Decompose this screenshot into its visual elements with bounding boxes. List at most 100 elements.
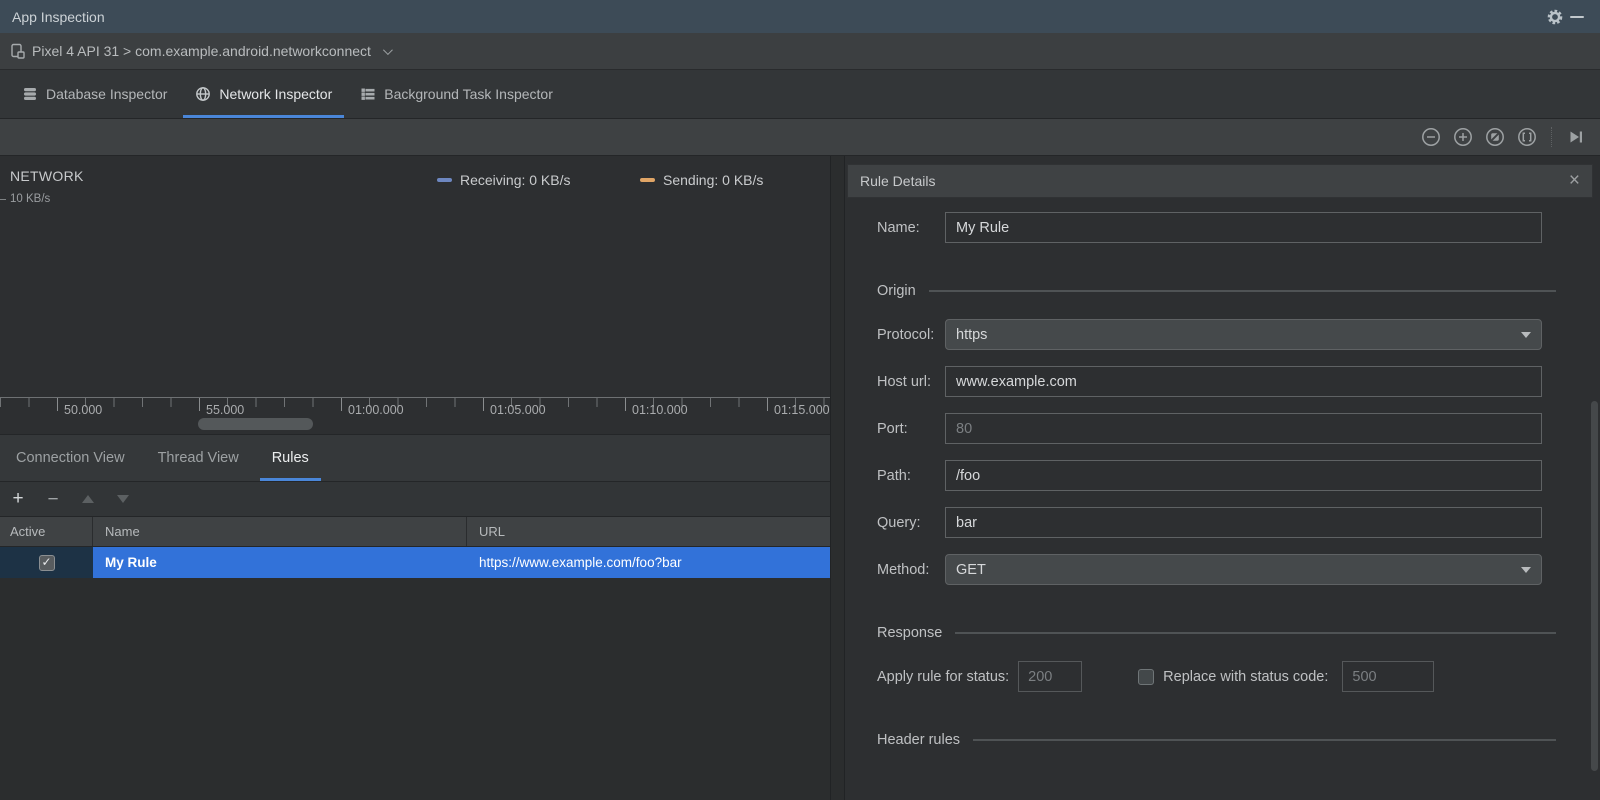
zoom-out-icon[interactable] xyxy=(1421,127,1441,147)
minimize-icon[interactable] xyxy=(1566,6,1588,28)
path-row: Path: xyxy=(877,460,1542,491)
rule-name-cell: My Rule xyxy=(93,547,467,578)
rules-table-empty-area xyxy=(0,578,830,800)
axis-major-tick xyxy=(341,398,342,411)
axis-major-tick xyxy=(199,398,200,411)
host-label: Host url: xyxy=(877,373,931,390)
skip-to-end-icon[interactable] xyxy=(1566,127,1586,147)
method-row: Method: GET xyxy=(877,554,1542,585)
tab-thread-view[interactable]: Thread View xyxy=(146,435,251,481)
zoom-to-selection-icon[interactable] xyxy=(1517,127,1537,147)
reset-zoom-icon[interactable] xyxy=(1485,127,1505,147)
receiving-swatch xyxy=(437,178,452,182)
zoom-in-icon[interactable] xyxy=(1453,127,1473,147)
titlebar: App Inspection xyxy=(0,0,1600,33)
legend-label: Receiving: 0 KB/s xyxy=(460,172,571,188)
network-chart[interactable]: NETWORK 10 KB/s Receiving: 0 KB/s Sendin… xyxy=(0,156,830,397)
table-row[interactable]: ✓ My Rule https://www.example.com/foo?ba… xyxy=(0,547,830,578)
device-process-selector[interactable]: Pixel 4 API 31 > com.example.android.net… xyxy=(0,33,1600,70)
header-rules-title: Header rules xyxy=(877,732,961,748)
network-panel: NETWORK 10 KB/s Receiving: 0 KB/s Sendin… xyxy=(0,156,830,800)
panel-splitter[interactable] xyxy=(830,156,845,800)
tab-label: Rules xyxy=(271,450,309,466)
chevron-down-icon xyxy=(382,44,393,55)
apply-status-label: Apply rule for status: xyxy=(877,668,1010,685)
name-input[interactable] xyxy=(945,212,1542,243)
rules-table-header: Active Name URL xyxy=(0,516,830,547)
protocol-dropdown[interactable]: https xyxy=(945,319,1542,350)
arrow-up-icon xyxy=(82,495,94,503)
rule-details-header: Rule Details × xyxy=(847,164,1593,198)
chart-title: NETWORK xyxy=(10,168,84,184)
column-header-name[interactable]: Name xyxy=(93,517,467,546)
toolbar-separator xyxy=(1551,127,1552,147)
host-input[interactable] xyxy=(945,366,1542,397)
replace-status-checkbox[interactable] xyxy=(1138,668,1155,685)
y-axis-max-label: 10 KB/s xyxy=(10,193,51,205)
axis-major-tick xyxy=(57,398,58,411)
tab-database-inspector[interactable]: Database Inspector xyxy=(10,70,179,118)
tab-label: Network Inspector xyxy=(219,86,333,102)
app-inspection-window: App Inspection Pixel 4 API 31 > com.exam… xyxy=(0,0,1600,800)
axis-major-tick xyxy=(483,398,484,411)
legend-receiving: Receiving: 0 KB/s xyxy=(437,172,571,188)
remove-rule-button[interactable]: − xyxy=(45,490,61,509)
port-label: Port: xyxy=(877,420,908,437)
close-icon[interactable]: × xyxy=(1569,171,1580,190)
protocol-label: Protocol: xyxy=(877,326,935,343)
name-label: Name: xyxy=(877,219,920,236)
query-input[interactable] xyxy=(945,507,1542,538)
rule-active-checkbox[interactable]: ✓ xyxy=(38,554,55,571)
axis-tick-label: 50.000 xyxy=(64,403,103,417)
section-divider xyxy=(928,290,1556,292)
protocol-row: Protocol: https xyxy=(877,319,1542,350)
timeline-scrollbar[interactable] xyxy=(198,418,313,430)
tab-background-task-inspector[interactable]: Background Task Inspector xyxy=(348,70,565,118)
inspector-tab-bar: Database Inspector Network Inspector Bac… xyxy=(0,70,1600,119)
tab-rules[interactable]: Rules xyxy=(259,435,321,481)
add-rule-button[interactable]: + xyxy=(10,489,26,508)
arrow-down-icon xyxy=(117,495,129,503)
rule-details-panel: Rule Details × Name: Origin Protocol: ht… xyxy=(845,156,1600,800)
port-row: Port: xyxy=(877,413,1542,444)
move-up-button[interactable] xyxy=(80,491,96,507)
apply-status-input[interactable] xyxy=(1018,661,1083,692)
globe-icon xyxy=(195,86,211,102)
method-value: GET xyxy=(956,561,986,578)
port-input[interactable] xyxy=(945,413,1542,444)
section-divider xyxy=(955,632,1556,634)
time-axis: 50.000 55.000 01:00.000 01:05.000 01:10.000 0… xyxy=(0,397,830,434)
tab-network-inspector[interactable]: Network Inspector xyxy=(183,70,345,118)
response-section-header: Response xyxy=(877,625,1556,641)
tab-connection-view[interactable]: Connection View xyxy=(4,435,137,481)
column-header-url[interactable]: URL xyxy=(467,517,830,546)
host-row: Host url: xyxy=(877,366,1542,397)
method-dropdown[interactable]: GET xyxy=(945,554,1542,585)
replace-status-input[interactable] xyxy=(1342,661,1435,692)
header-rules-section-header: Header rules xyxy=(877,732,1556,748)
details-scrollbar[interactable] xyxy=(1591,401,1598,771)
section-divider xyxy=(973,739,1556,741)
column-header-active[interactable]: Active xyxy=(0,517,93,546)
settings-gear-icon[interactable] xyxy=(1544,6,1566,28)
tab-label: Thread View xyxy=(157,450,239,466)
legend-label: Sending: 0 KB/s xyxy=(663,172,764,188)
axis-tick-label: 55.000 xyxy=(206,403,245,417)
task-list-icon xyxy=(360,86,376,102)
origin-section-header: Origin xyxy=(877,283,1556,299)
y-axis-tick xyxy=(0,199,6,200)
path-input[interactable] xyxy=(945,460,1542,491)
move-down-button[interactable] xyxy=(115,491,131,507)
window-title: App Inspection xyxy=(12,8,105,25)
status-row: Apply rule for status: Replace with stat… xyxy=(877,661,1542,692)
query-label: Query: xyxy=(877,514,921,531)
axis-tick-label: 01:05.000 xyxy=(490,403,546,417)
view-tab-bar: Connection View Thread View Rules xyxy=(0,434,830,481)
sending-swatch xyxy=(640,178,655,182)
axis-tick-label: 01:15.000 xyxy=(774,403,830,417)
rule-details-form: Name: Origin Protocol: https Host url: xyxy=(845,198,1600,748)
path-label: Path: xyxy=(877,467,911,484)
axis-tick-label: 01:10.000 xyxy=(632,403,688,417)
axis-tick-label: 01:00.000 xyxy=(348,403,404,417)
device-process-label: Pixel 4 API 31 > com.example.android.net… xyxy=(32,43,371,59)
